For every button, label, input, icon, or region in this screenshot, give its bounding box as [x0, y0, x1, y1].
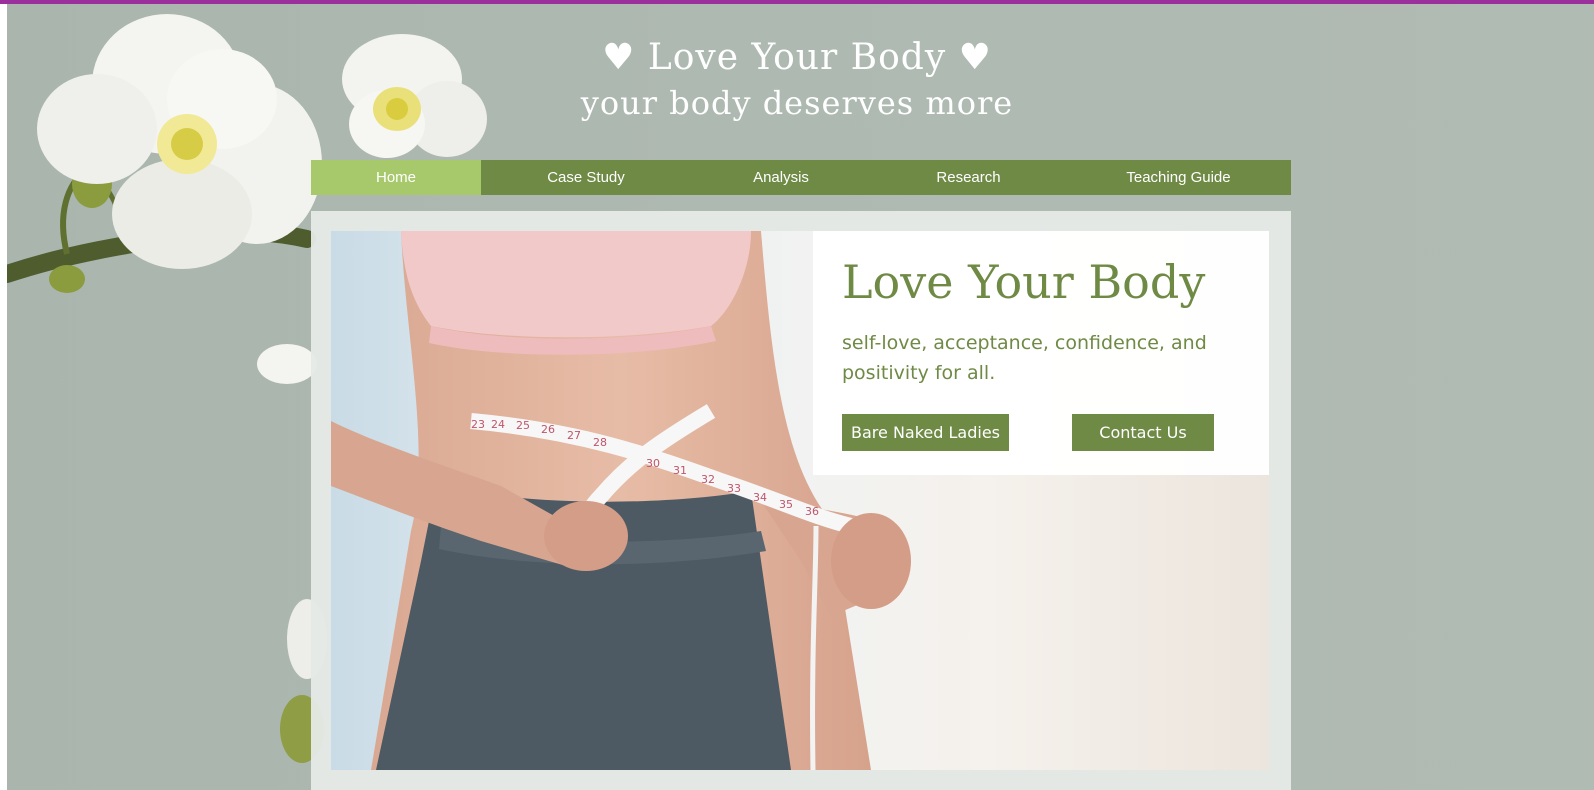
nav-item-home[interactable]: Home — [311, 160, 481, 195]
page: ♥ Love Your Body ♥ your body deserves mo… — [0, 0, 1594, 790]
tape-number: 23 — [471, 418, 485, 431]
hero-title: Love Your Body — [842, 255, 1206, 309]
site-title: ♥ Love Your Body ♥ — [602, 37, 992, 78]
contact-us-button[interactable]: Contact Us — [1072, 414, 1214, 451]
tape-number: 30 — [646, 457, 660, 470]
nav-item-teaching-guide[interactable]: Teaching Guide — [1066, 160, 1291, 195]
bare-naked-ladies-button[interactable]: Bare Naked Ladies — [842, 414, 1009, 451]
tape-number: 31 — [673, 464, 687, 477]
nav-item-analysis[interactable]: Analysis — [691, 160, 871, 195]
tape-number: 25 — [516, 419, 530, 432]
tape-number: 24 — [491, 418, 505, 431]
tape-number: 26 — [541, 423, 555, 436]
tape-number: 27 — [567, 429, 581, 442]
main-nav: Home Case Study Analysis Research Teachi… — [311, 160, 1291, 195]
tape-number: 36 — [805, 505, 819, 518]
nav-item-research[interactable]: Research — [871, 160, 1066, 195]
tape-number: 28 — [593, 436, 607, 449]
tape-number: 32 — [701, 473, 715, 486]
tape-number: 35 — [779, 498, 793, 511]
site-subtitle: your body deserves more — [580, 84, 1014, 122]
tape-number: 33 — [727, 482, 741, 495]
tape-number: 34 — [753, 491, 767, 504]
hero-tagline: self-love, acceptance, confidence, and p… — [842, 332, 1207, 384]
nav-item-case-study[interactable]: Case Study — [481, 160, 691, 195]
